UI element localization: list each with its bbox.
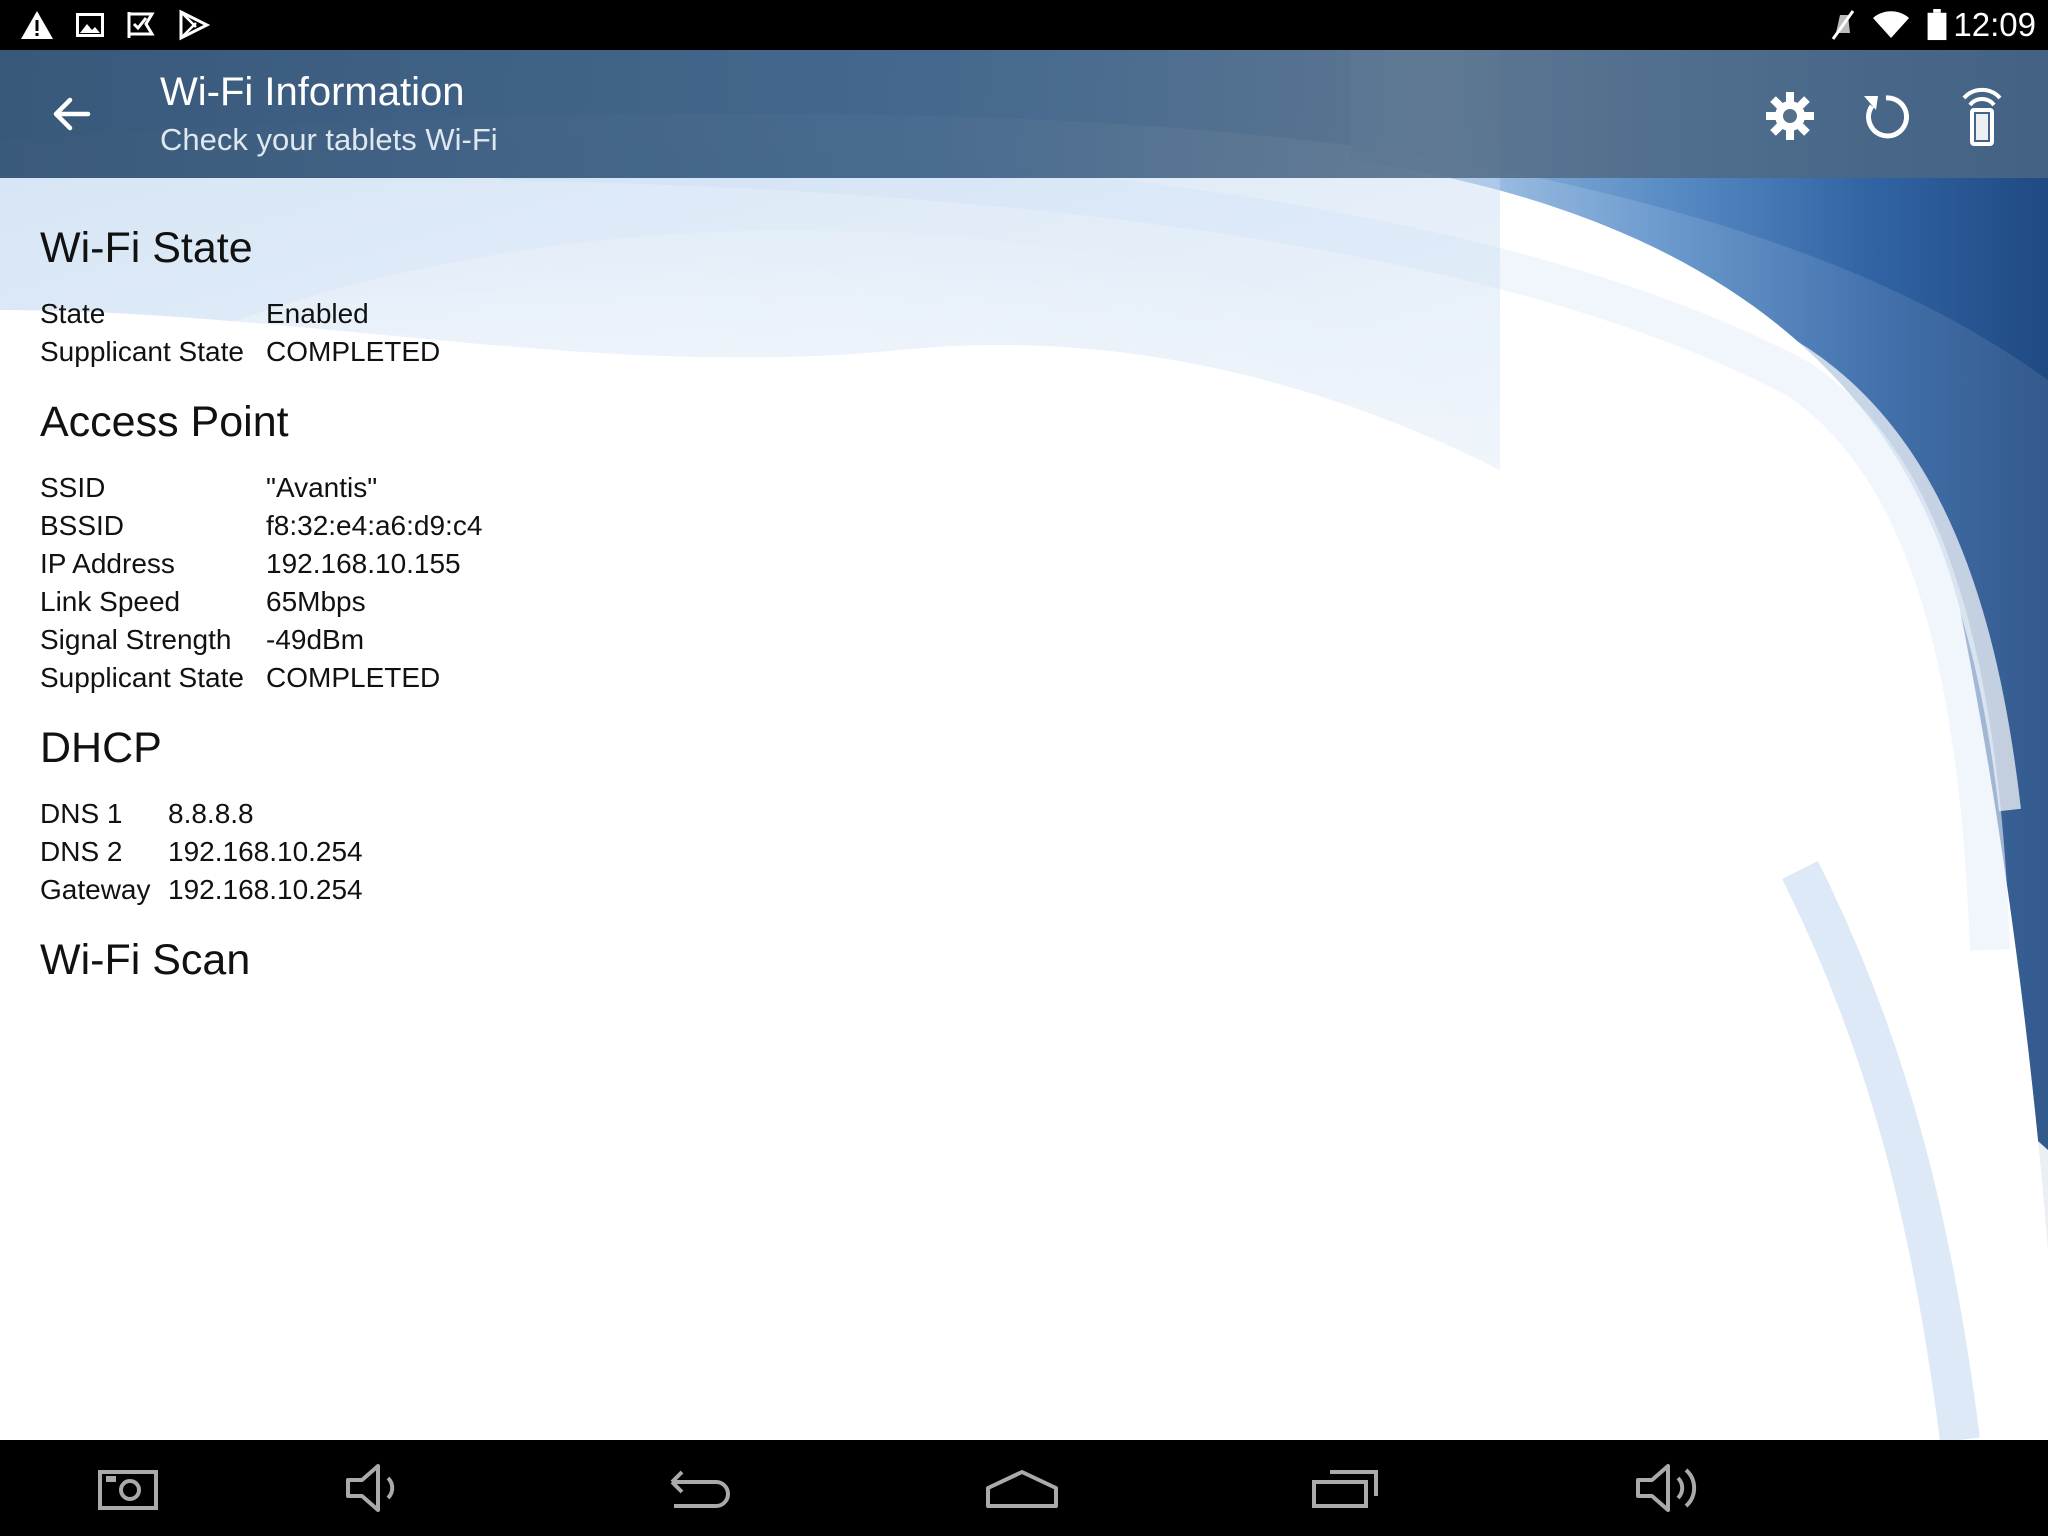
kv-key: IP Address	[40, 548, 175, 579]
screenshot-button[interactable]	[96, 1458, 160, 1518]
kv-key: Link Speed	[40, 586, 181, 617]
kv-key: Signal Strength	[40, 624, 232, 655]
recents-button[interactable]	[1310, 1458, 1382, 1518]
home-icon	[986, 1470, 1058, 1508]
kv-value: 192.168.10.254	[168, 836, 363, 867]
kv-value: f8:32:e4:a6:d9:c4	[266, 510, 483, 541]
section-title-access-point: Access Point	[40, 398, 289, 446]
volume-up-icon	[1636, 1464, 1697, 1512]
image-icon	[76, 13, 104, 37]
kv-key: State	[40, 298, 106, 329]
kv-value: 192.168.10.254	[168, 874, 363, 905]
back-nav-button[interactable]	[664, 1458, 736, 1518]
recents-icon	[1312, 1470, 1378, 1508]
action-bar: Wi-Fi Information Check your tablets Wi-…	[0, 50, 2048, 178]
warning-icon	[21, 11, 53, 39]
volume-up-button[interactable]	[1634, 1458, 1706, 1518]
battery-icon	[1927, 9, 1947, 41]
screenshot-icon	[98, 1470, 158, 1510]
section-title-wifi-state: Wi-Fi State	[40, 224, 253, 272]
kv-value: Enabled	[266, 298, 369, 329]
kv-value: -49dBm	[266, 624, 365, 655]
kv-key: SSID	[40, 472, 106, 503]
kv-value: COMPLETED	[266, 336, 441, 367]
wifi-icon	[1873, 11, 1909, 38]
kv-key: DNS 2	[40, 836, 123, 867]
section-title-dhcp: DHCP	[40, 724, 162, 772]
page-title: Wi-Fi Information	[160, 70, 465, 114]
status-bar: 12:09	[0, 0, 2048, 50]
check-flag-icon	[127, 12, 155, 38]
arrow-back-icon	[53, 97, 91, 131]
section-title-wifi-scan: Wi-Fi Scan	[40, 936, 251, 984]
kv-value: 65Mbps	[266, 586, 366, 617]
navigation-bar	[0, 1440, 2048, 1536]
kv-key: Supplicant State	[40, 336, 244, 367]
kv-key: BSSID	[40, 510, 125, 541]
screen: 12:09 Wi-Fi Information Check your table…	[0, 0, 2048, 1536]
kv-value: COMPLETED	[266, 662, 441, 693]
back-icon	[670, 1470, 730, 1508]
signal-tower-button[interactable]	[1950, 84, 2014, 148]
volume-down-icon	[346, 1464, 395, 1512]
kv-value: 8.8.8.8	[168, 798, 254, 829]
play-store-icon	[179, 9, 210, 41]
signal-tower-icon	[1962, 87, 2002, 146]
settings-button[interactable]	[1758, 84, 1822, 148]
muted-icon	[1831, 10, 1855, 40]
volume-down-button[interactable]	[344, 1458, 408, 1518]
wallpaper-background	[0, 50, 2048, 1440]
back-button[interactable]	[40, 84, 104, 144]
kv-value: "Avantis"	[266, 472, 378, 503]
refresh-button[interactable]	[1854, 84, 1918, 148]
kv-value: 192.168.10.155	[266, 548, 461, 579]
kv-key: DNS 1	[40, 798, 123, 829]
kv-key: Gateway	[40, 874, 151, 905]
home-button[interactable]	[984, 1458, 1060, 1518]
refresh-icon	[1864, 95, 1910, 139]
status-clock: 12:09	[1953, 6, 2036, 43]
kv-key: Supplicant State	[40, 662, 244, 693]
settings-icon	[1766, 92, 1814, 140]
wallpaper-swoosh	[0, 50, 2048, 1440]
page-subtitle: Check your tablets Wi-Fi	[160, 122, 498, 157]
